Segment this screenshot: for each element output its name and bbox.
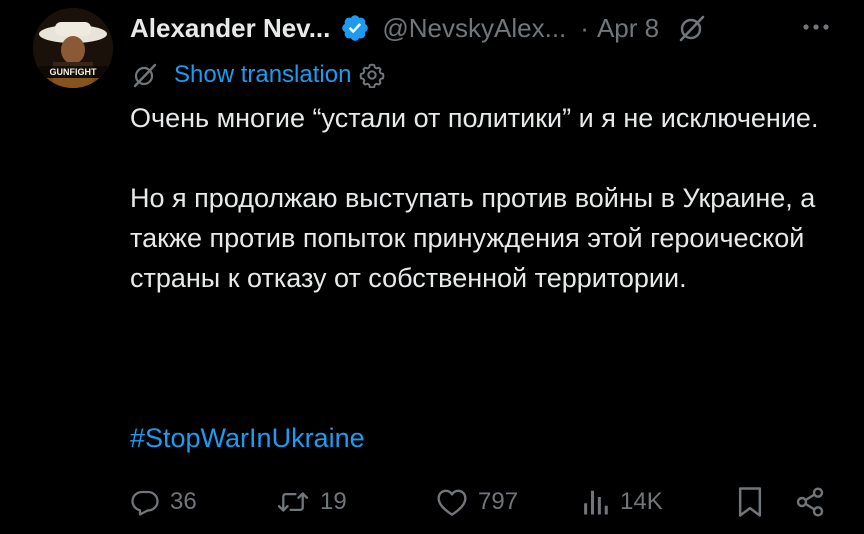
share-icon <box>794 486 826 518</box>
like-count: 797 <box>478 488 519 515</box>
avatar[interactable]: GUNFIGHT <box>33 8 113 88</box>
tweet-header: Alexander Nev... @NevskyAlex... · Apr 8 <box>130 8 834 48</box>
repost-count: 19 <box>320 488 347 515</box>
tweet-paragraph-2: Но я продолжаю выступать против войны в … <box>130 183 816 293</box>
author-name[interactable]: Alexander Nev... <box>130 13 330 44</box>
views-icon <box>582 487 610 517</box>
gear-icon[interactable] <box>359 62 385 89</box>
avatar-logo-text: GUNFIGHT <box>50 67 97 77</box>
separator-dot: · <box>580 12 589 43</box>
hashtag-link[interactable]: #StopWarInUkraine <box>130 418 365 458</box>
bookmark-icon <box>736 486 764 518</box>
repost-icon <box>276 487 310 517</box>
repost-button[interactable]: 19 <box>276 480 347 524</box>
like-button[interactable]: 797 <box>436 480 518 524</box>
grok-translate-icon <box>130 60 160 90</box>
share-button[interactable] <box>794 480 826 524</box>
translation-row: Show translation <box>130 58 385 92</box>
reply-icon <box>130 487 160 517</box>
author-handle[interactable]: @NevskyAlex... <box>382 13 566 44</box>
verified-badge-icon <box>340 13 370 43</box>
reply-count: 36 <box>170 488 197 515</box>
show-translation-link[interactable]: Show translation <box>174 61 351 89</box>
bookmark-button[interactable] <box>736 480 764 524</box>
more-icon[interactable] <box>798 12 834 42</box>
tweet-date[interactable]: Apr 8 <box>597 13 659 44</box>
heart-icon <box>436 487 468 517</box>
avatar-image: GUNFIGHT <box>33 8 113 88</box>
tweet-actions: 36 19 797 14K <box>130 480 830 524</box>
grok-icon[interactable] <box>677 13 707 43</box>
reply-button[interactable]: 36 <box>130 480 197 524</box>
tweet-paragraph-1: Очень многие “устали от политики” и я не… <box>130 103 819 133</box>
tweet-text: Очень многие “устали от политики” и я не… <box>130 98 840 298</box>
views-count: 14K <box>620 488 663 515</box>
views-button[interactable]: 14K <box>582 480 663 524</box>
